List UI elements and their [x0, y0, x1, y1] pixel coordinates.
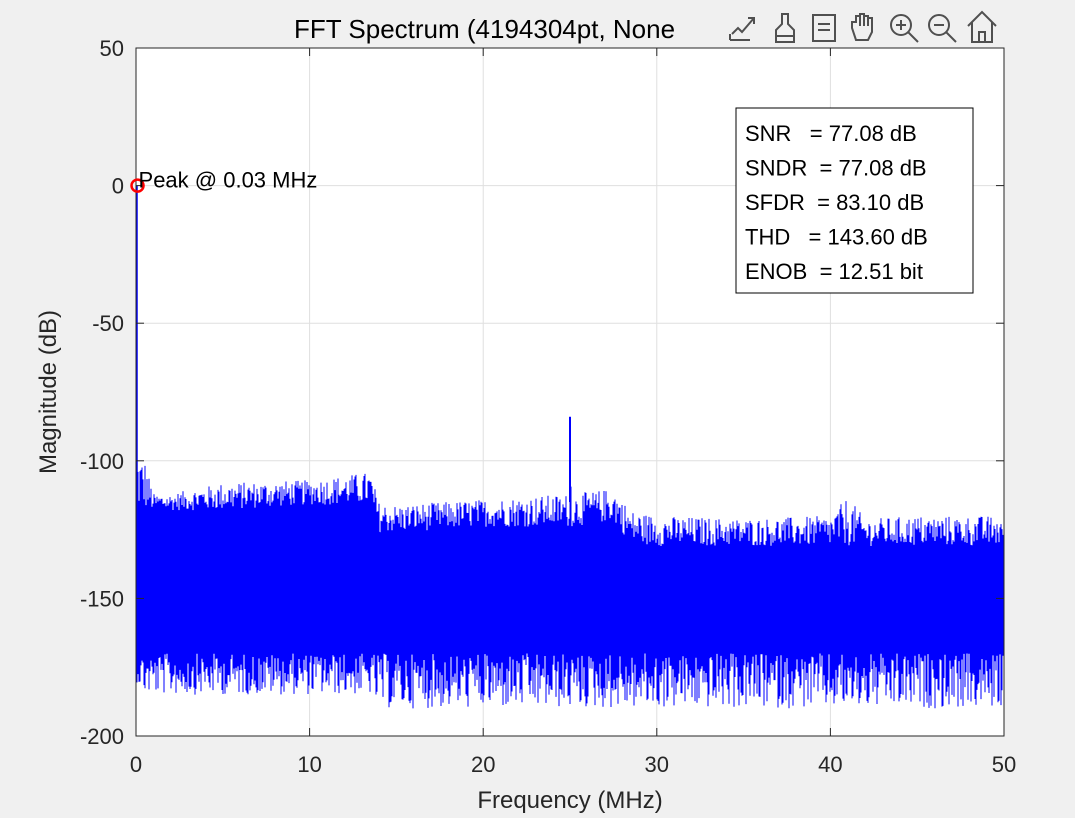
- metrics-line: THD = 143.60 dB: [745, 225, 928, 250]
- y-tick-label: -100: [80, 449, 124, 474]
- y-axis-label: Magnitude (dB): [35, 310, 62, 474]
- figure-window: 0 10 20 30 40 50 50 0 -50 -100 -150 -200 Peak @ 0.0…: [0, 0, 1075, 818]
- y-tick-label: -50: [92, 311, 124, 336]
- y-tick-label: -150: [80, 586, 124, 611]
- zoom-in-icon[interactable]: [890, 14, 919, 43]
- export-icon[interactable]: [729, 17, 755, 41]
- peak-label: Peak @ 0.03 MHz: [139, 168, 318, 193]
- x-tick-label: 40: [818, 752, 842, 777]
- x-tick-label: 50: [992, 752, 1016, 777]
- metrics-line: SNR = 77.08 dB: [745, 121, 917, 146]
- y-tick-label: -200: [80, 724, 124, 749]
- chart-title: FFT Spectrum (4194304pt, None: [294, 14, 675, 44]
- y-tick-label: 0: [112, 174, 124, 199]
- home-icon[interactable]: [967, 10, 997, 43]
- axes-toolbar: [729, 10, 997, 43]
- peak-marker-group: Peak @ 0.03 MHz: [130, 168, 318, 193]
- metrics-line: ENOB = 12.51 bit: [745, 259, 923, 284]
- zoom-out-icon[interactable]: [928, 14, 957, 43]
- metrics-line: SNDR = 77.08 dB: [745, 156, 927, 181]
- metrics-box: SNR = 77.08 dB SNDR = 77.08 dB SFDR = 83.1…: [735, 107, 974, 294]
- x-tick-label: 10: [297, 752, 321, 777]
- x-axis-label: Frequency (MHz): [477, 787, 662, 814]
- datatip-icon[interactable]: [812, 14, 836, 42]
- x-tick-label: 0: [130, 752, 142, 777]
- brush-icon[interactable]: [775, 13, 795, 43]
- x-tick-label: 20: [471, 752, 495, 777]
- pan-icon[interactable]: [851, 13, 873, 41]
- x-tick-label: 30: [645, 752, 669, 777]
- metrics-line: SFDR = 83.10 dB: [745, 190, 924, 215]
- fft-spectrum-chart: 0 10 20 30 40 50 50 0 -50 -100 -150 -200 Peak @ 0.0…: [35, 10, 1016, 814]
- y-tick-label: 50: [100, 36, 124, 61]
